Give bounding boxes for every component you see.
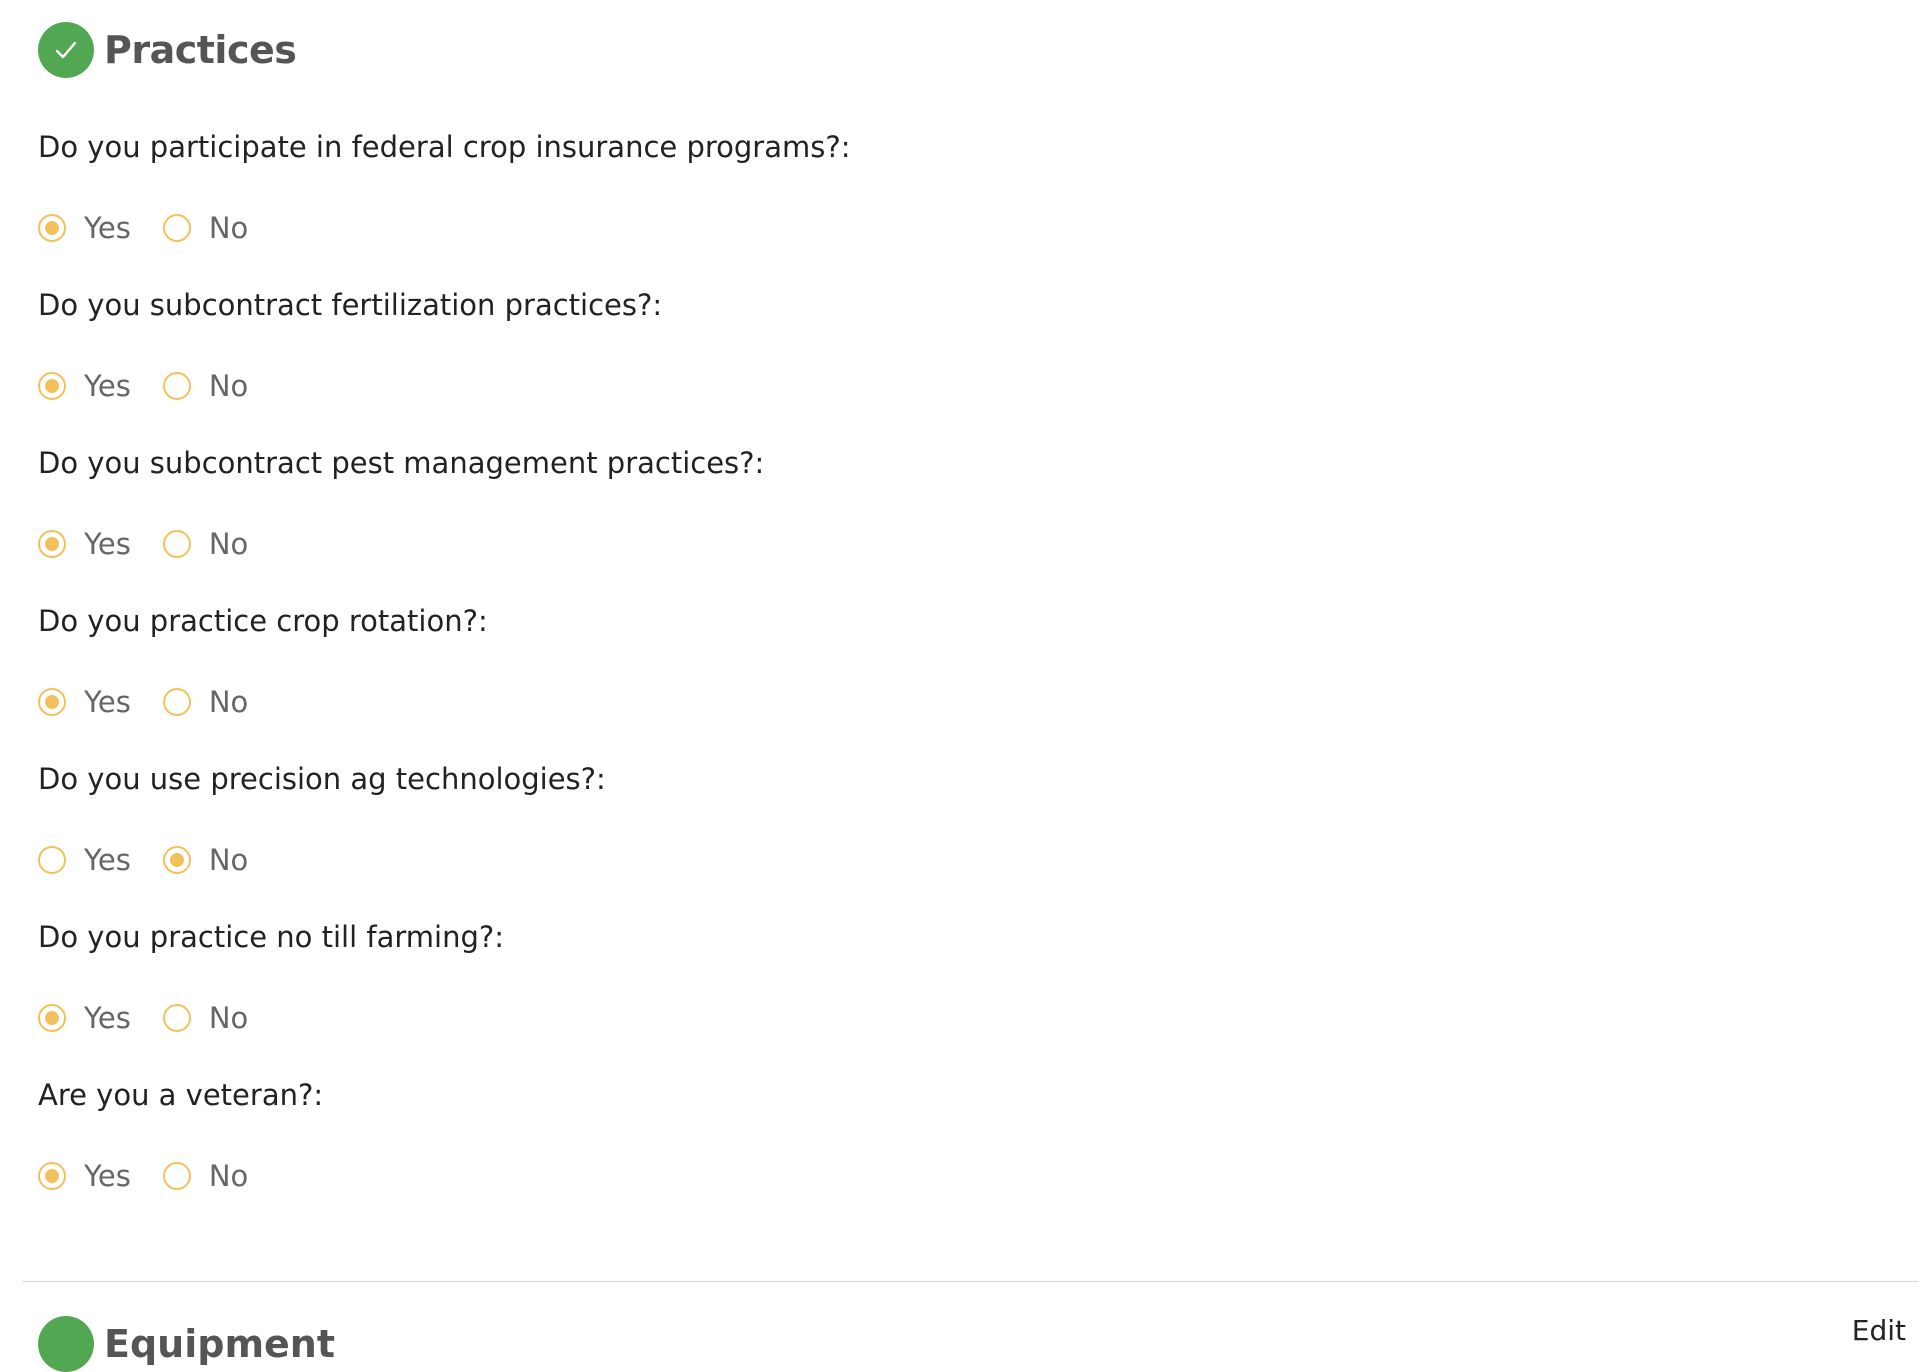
radio-option-yes[interactable]: Yes	[38, 527, 131, 561]
radio-button[interactable]	[162, 214, 191, 242]
radio-group: Yes No	[38, 208, 248, 248]
radio-label: No	[208, 1159, 249, 1193]
radio-label: Yes	[84, 211, 131, 245]
radio-button[interactable]	[38, 530, 66, 558]
radio-label: Yes	[84, 843, 131, 877]
question-label: Are you a veteran?:	[38, 1078, 324, 1112]
radio-dot	[45, 1011, 59, 1025]
edit-link[interactable]: Edit	[1852, 1314, 1906, 1347]
radio-button[interactable]	[162, 846, 191, 874]
radio-label: Yes	[84, 685, 131, 719]
radio-option-yes[interactable]: Yes	[38, 369, 131, 403]
section-title: Equipment	[104, 1322, 336, 1366]
question-block: Do you use precision ag technologies?: Ye…	[38, 756, 1918, 914]
section-title: Practices	[104, 28, 297, 72]
radio-button[interactable]	[38, 1004, 66, 1032]
radio-option-yes[interactable]: Yes	[38, 685, 131, 719]
radio-label: Yes	[84, 1159, 131, 1193]
radio-dot	[45, 537, 59, 551]
radio-label: Yes	[84, 369, 131, 403]
radio-label: No	[208, 685, 249, 719]
radio-button[interactable]	[38, 1162, 66, 1190]
question-label: Do you use precision ag technologies?:	[38, 762, 606, 796]
radio-dot	[45, 379, 59, 393]
radio-label: No	[208, 211, 249, 245]
section-divider	[22, 1281, 1918, 1282]
radio-label: Yes	[84, 527, 131, 561]
radio-button[interactable]	[38, 372, 66, 400]
radio-label: No	[208, 527, 249, 561]
radio-dot	[45, 221, 59, 235]
question-block: Do you subcontract pest management pract…	[38, 440, 1918, 598]
radio-label: No	[208, 843, 249, 877]
radio-group: Yes No	[38, 682, 248, 722]
radio-option-yes[interactable]: Yes	[38, 1159, 131, 1193]
radio-group: Yes No	[38, 998, 248, 1038]
radio-button[interactable]	[162, 530, 191, 558]
radio-option-no[interactable]: No	[162, 527, 249, 561]
questions-list: Do you participate in federal crop insur…	[38, 124, 1918, 1230]
radio-label: Yes	[84, 1001, 131, 1035]
radio-option-no[interactable]: No	[162, 685, 249, 719]
radio-option-no[interactable]: No	[162, 369, 249, 403]
radio-option-no[interactable]: No	[162, 211, 249, 245]
question-block: Are you a veteran?: Yes No	[38, 1072, 1918, 1230]
question-block: Do you participate in federal crop insur…	[38, 124, 1918, 282]
radio-button[interactable]	[38, 688, 66, 716]
radio-option-yes[interactable]: Yes	[38, 1001, 131, 1035]
question-label: Do you participate in federal crop insur…	[38, 130, 851, 164]
equipment-section-header: Equipment	[38, 1316, 335, 1372]
question-block: Do you subcontract fertilization practic…	[38, 282, 1918, 440]
question-label: Do you subcontract pest management pract…	[38, 446, 765, 480]
radio-option-no[interactable]: No	[162, 843, 249, 877]
check-icon	[38, 1316, 94, 1372]
radio-button[interactable]	[162, 1004, 191, 1032]
question-label: Do you practice crop rotation?:	[38, 604, 488, 638]
question-block: Do you practice crop rotation?: Yes No	[38, 598, 1918, 756]
radio-option-no[interactable]: No	[162, 1159, 249, 1193]
radio-group: Yes No	[38, 366, 248, 406]
question-block: Do you practice no till farming?: Yes No	[38, 914, 1918, 1072]
radio-dot	[45, 1169, 59, 1183]
radio-dot	[45, 695, 59, 709]
radio-label: No	[208, 369, 249, 403]
radio-option-no[interactable]: No	[162, 1001, 249, 1035]
radio-button[interactable]	[38, 846, 66, 874]
radio-button[interactable]	[162, 688, 191, 716]
radio-button[interactable]	[162, 1162, 191, 1190]
radio-label: No	[208, 1001, 249, 1035]
radio-group: Yes No	[38, 524, 248, 564]
radio-group: Yes No	[38, 1156, 248, 1196]
radio-dot	[169, 853, 184, 867]
radio-button[interactable]	[162, 372, 191, 400]
question-label: Do you subcontract fertilization practic…	[38, 288, 663, 322]
radio-group: Yes No	[38, 840, 248, 880]
radio-button[interactable]	[38, 214, 66, 242]
practices-section-header: Practices	[38, 22, 297, 78]
radio-option-yes[interactable]: Yes	[38, 843, 131, 877]
check-icon	[38, 22, 94, 78]
radio-option-yes[interactable]: Yes	[38, 211, 131, 245]
question-label: Do you practice no till farming?:	[38, 920, 505, 954]
